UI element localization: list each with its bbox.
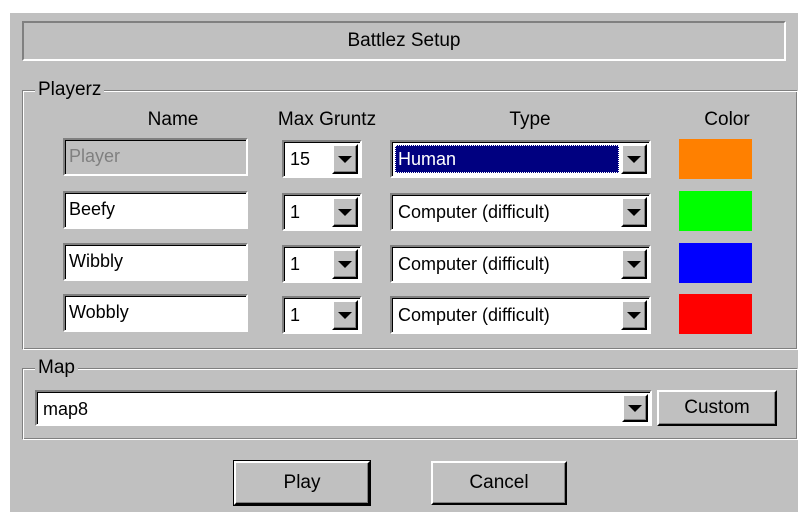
- map-select-value: map8: [43, 399, 89, 419]
- player-3-name-field[interactable]: Wibbly: [63, 243, 248, 281]
- player-2-max-gruntz-select[interactable]: 1: [282, 193, 362, 231]
- player-2-color-swatch[interactable]: [679, 191, 752, 231]
- chevron-down-icon[interactable]: [332, 300, 358, 330]
- player-4-type-value: Computer (difficult): [398, 305, 550, 325]
- column-header-type: Type: [509, 109, 551, 130]
- chevron-down-icon[interactable]: [621, 300, 647, 330]
- player-4-color-swatch[interactable]: [679, 294, 752, 334]
- player-1-max-gruntz-value: 15: [290, 149, 311, 169]
- player-3-max-gruntz-select[interactable]: 1: [282, 245, 362, 283]
- chevron-down-icon[interactable]: [622, 394, 648, 422]
- column-header-max-gruntz: Max Gruntz: [277, 109, 377, 130]
- player-1-max-gruntz-select[interactable]: 15: [282, 140, 362, 178]
- player-1-color-swatch[interactable]: [679, 139, 752, 179]
- player-2-name-field[interactable]: Beefy: [63, 191, 248, 229]
- player-1-type-select[interactable]: Human: [390, 140, 651, 178]
- battlez-setup-dialog: Battlez Setup Playerz Name Max Gruntz Ty…: [10, 13, 798, 512]
- chevron-down-icon[interactable]: [332, 144, 358, 174]
- player-2-type-select[interactable]: Computer (difficult): [390, 193, 651, 231]
- player-4-name-field[interactable]: Wobbly: [63, 294, 248, 332]
- player-2-max-gruntz-value: 1: [290, 202, 301, 222]
- map-select[interactable]: map8: [35, 390, 652, 426]
- player-3-type-select[interactable]: Computer (difficult): [390, 245, 651, 283]
- chevron-down-icon[interactable]: [621, 197, 647, 227]
- player-3-max-gruntz-value: 1: [290, 254, 301, 274]
- player-4-type-select[interactable]: Computer (difficult): [390, 296, 651, 334]
- cancel-button[interactable]: Cancel: [431, 461, 567, 505]
- player-2-type-value: Computer (difficult): [398, 202, 550, 222]
- chevron-down-icon[interactable]: [332, 197, 358, 227]
- chevron-down-icon[interactable]: [621, 144, 647, 174]
- player-4-max-gruntz-select[interactable]: 1: [282, 296, 362, 334]
- custom-map-button[interactable]: Custom: [657, 390, 777, 426]
- column-header-name: Name: [147, 109, 199, 130]
- player-3-type-value: Computer (difficult): [398, 254, 550, 274]
- player-1-type-value: Human: [395, 145, 619, 173]
- player-3-color-swatch[interactable]: [679, 243, 752, 283]
- player-4-max-gruntz-value: 1: [290, 305, 301, 325]
- play-button[interactable]: Play: [233, 460, 371, 506]
- dialog-title: Battlez Setup: [22, 21, 786, 61]
- map-group-label: Map: [35, 356, 78, 380]
- column-header-color: Color: [704, 109, 750, 130]
- chevron-down-icon[interactable]: [332, 249, 358, 279]
- player-1-name-field[interactable]: Player: [63, 138, 248, 176]
- chevron-down-icon[interactable]: [621, 249, 647, 279]
- playerz-group-label: Playerz: [35, 78, 105, 102]
